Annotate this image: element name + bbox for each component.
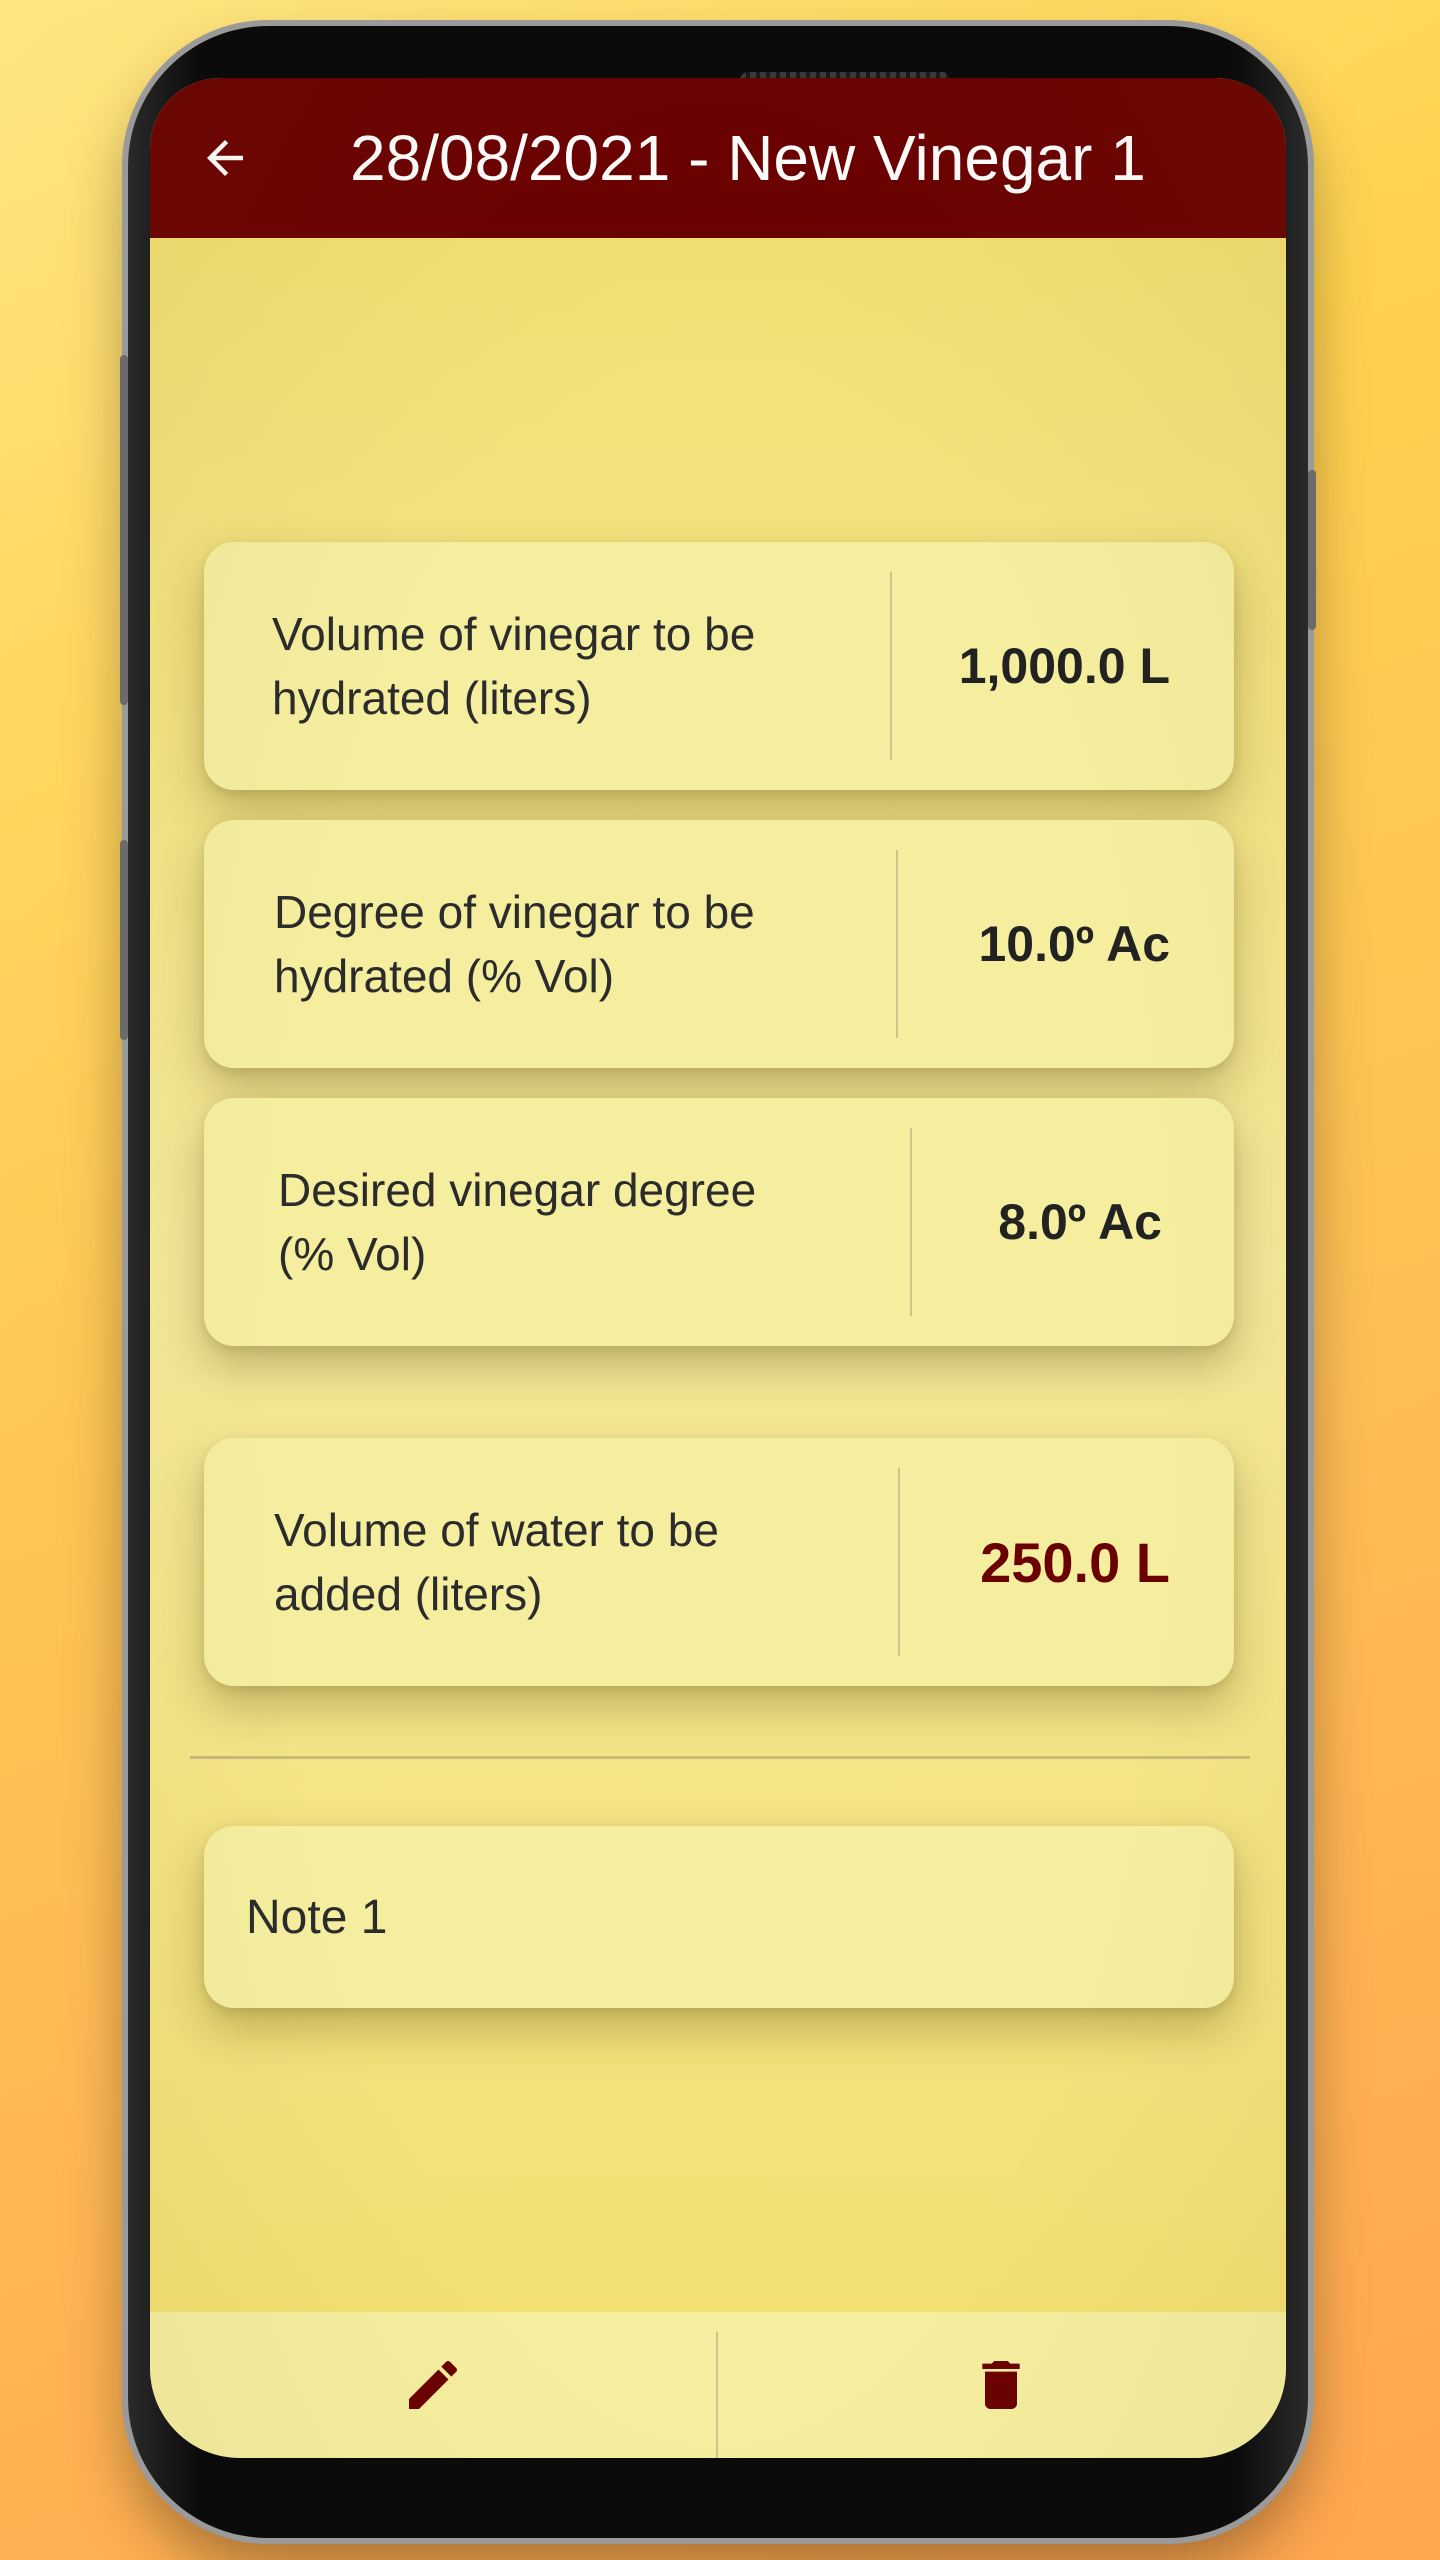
card-divider bbox=[898, 1468, 900, 1656]
arrow-left-icon bbox=[207, 140, 243, 176]
note-card: Note 1 bbox=[204, 1826, 1234, 2008]
pencil-icon bbox=[409, 2360, 458, 2409]
app-bar: 28/08/2021 - New Vinegar 1 bbox=[150, 78, 1286, 238]
field-value: 10.0º Ac bbox=[978, 916, 1170, 972]
field-label: Volume of vinegar to be hydrated (liters… bbox=[272, 542, 872, 790]
bottom-action-bar bbox=[150, 2312, 1286, 2458]
field-value: 1,000.0 L bbox=[958, 638, 1170, 694]
field-label-line1: Volume of vinegar to be bbox=[272, 608, 756, 660]
section-divider bbox=[190, 1756, 1250, 1759]
card-divider bbox=[896, 850, 898, 1038]
note-text: Note 1 bbox=[246, 1890, 388, 1944]
field-value: 8.0º Ac bbox=[998, 1194, 1162, 1250]
result-label-line2: added (liters) bbox=[274, 1568, 543, 1620]
result-card-water-volume: Volume of water to be added (liters) 250… bbox=[204, 1438, 1234, 1686]
result-label-line1: Volume of water to be bbox=[274, 1504, 719, 1556]
back-button[interactable] bbox=[190, 123, 260, 193]
field-label: Desired vinegar degree (% Vol) bbox=[278, 1098, 878, 1346]
field-card-vinegar-volume: Volume of vinegar to be hydrated (liters… bbox=[204, 542, 1234, 790]
field-label-line1: Degree of vinegar to be bbox=[274, 886, 755, 938]
field-label-line2: hydrated (% Vol) bbox=[274, 950, 615, 1002]
result-value: 250.0 L bbox=[980, 1530, 1170, 1594]
field-label-line2: (% Vol) bbox=[278, 1228, 427, 1280]
card-divider bbox=[910, 1128, 912, 1316]
trash-icon bbox=[982, 2361, 1020, 2409]
power-button bbox=[1308, 470, 1316, 630]
field-label: Degree of vinegar to be hydrated (% Vol) bbox=[274, 820, 874, 1068]
page-title: 28/08/2021 - New Vinegar 1 bbox=[350, 122, 1146, 194]
field-card-desired-degree: Desired vinegar degree (% Vol) 8.0º Ac bbox=[204, 1098, 1234, 1346]
field-card-vinegar-degree: Degree of vinegar to be hydrated (% Vol)… bbox=[204, 820, 1234, 1068]
app-screen: 28/08/2021 - New Vinegar 1 Volume of vin… bbox=[150, 78, 1286, 2458]
field-label-line2: hydrated (liters) bbox=[272, 672, 592, 724]
edit-button[interactable] bbox=[150, 2312, 716, 2458]
delete-button[interactable] bbox=[718, 2312, 1284, 2458]
card-divider bbox=[890, 572, 892, 760]
field-label-line1: Desired vinegar degree bbox=[278, 1164, 757, 1216]
side-button bbox=[120, 840, 128, 1040]
result-label: Volume of water to be added (liters) bbox=[274, 1438, 874, 1686]
volume-button bbox=[120, 355, 128, 705]
